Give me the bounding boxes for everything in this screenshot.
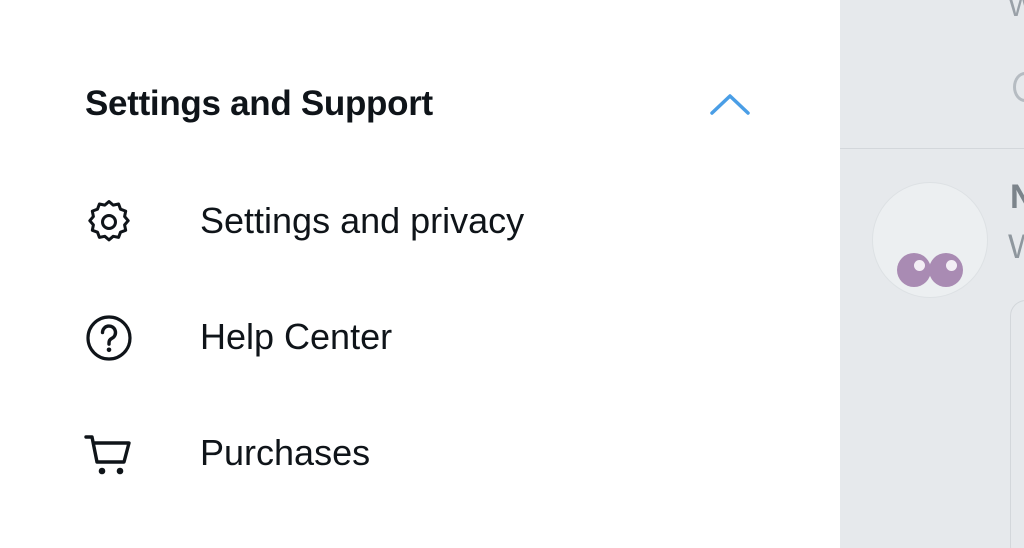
section-title: Settings and Support — [85, 84, 433, 123]
settings-and-support-toggle[interactable]: Settings and Support — [0, 64, 840, 148]
cart-icon — [84, 435, 131, 475]
menu-item-label: Settings and privacy — [200, 200, 525, 241]
menu-item-purchases[interactable]: Purchases — [0, 402, 840, 502]
timeline-top-text: W — [1008, 0, 1024, 23]
timeline-divider — [840, 148, 1024, 149]
menu-item-settings-and-privacy[interactable]: Settings and privacy — [0, 170, 840, 270]
post-text: W — [1008, 228, 1024, 267]
post-media-card — [1010, 300, 1024, 548]
menu-item-label: Purchases — [200, 432, 371, 473]
app-screen: W N W Settings and Support Settings and … — [0, 0, 1024, 548]
gear-icon — [88, 200, 130, 242]
eye-right — [929, 253, 963, 287]
eye-left — [897, 253, 931, 287]
menu-item-help-center[interactable]: Help Center — [0, 286, 840, 386]
side-drawer: Settings and Support Settings and privac… — [0, 0, 840, 548]
menu-item-label: Help Center — [200, 316, 393, 357]
avatar — [872, 182, 988, 298]
help-circle-icon — [86, 315, 132, 361]
post-author-name: N — [1010, 178, 1024, 216]
chevron-up-icon — [710, 94, 750, 115]
